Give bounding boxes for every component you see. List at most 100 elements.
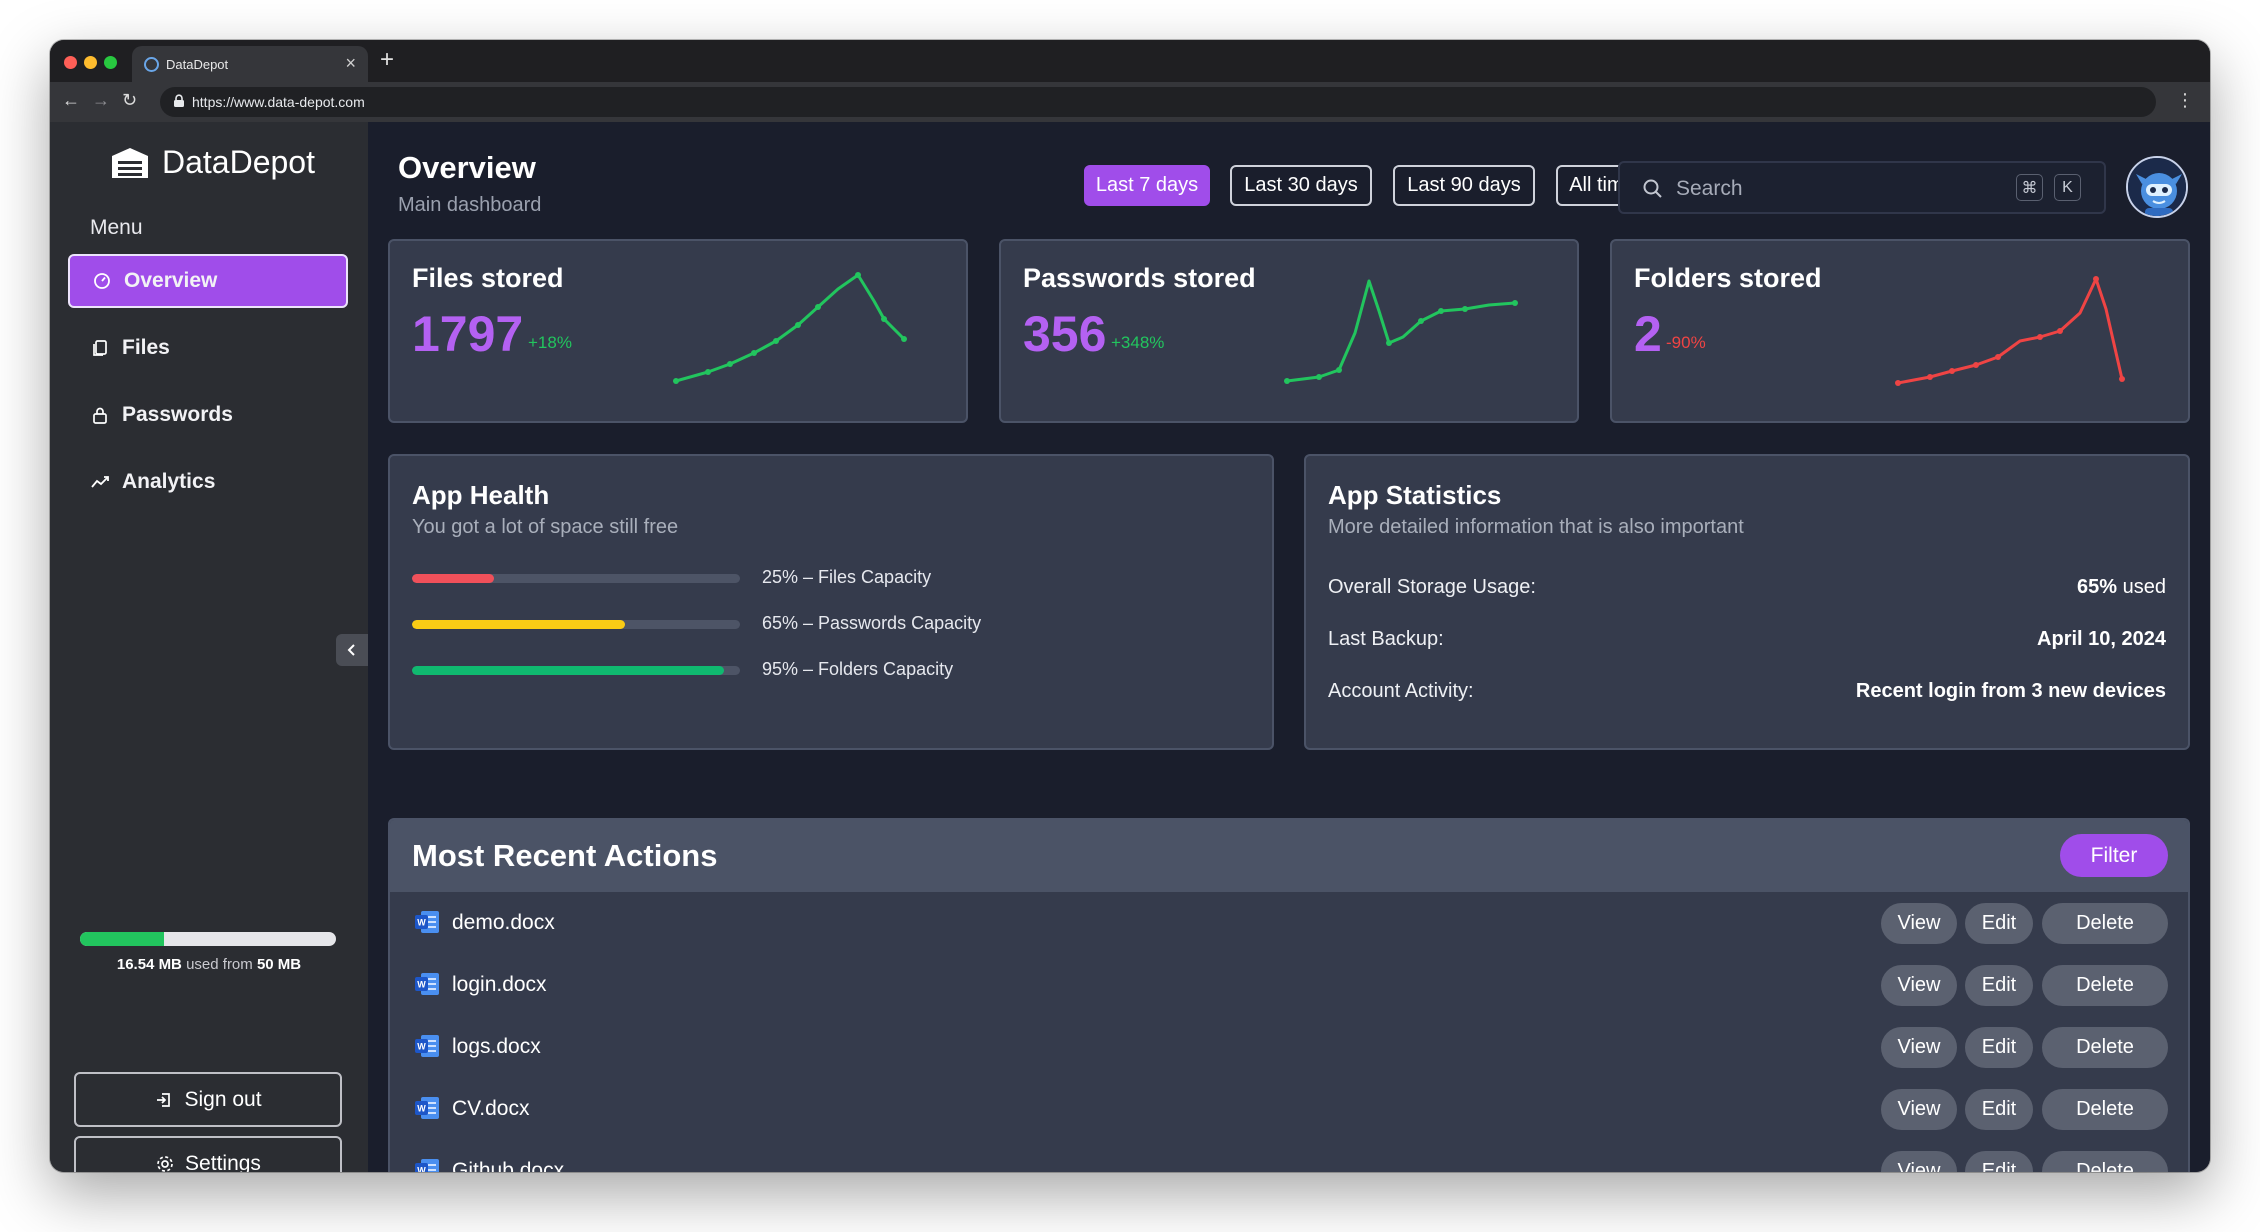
collapse-sidebar-button[interactable]: [336, 634, 368, 666]
kpi-delta: +348%: [1111, 333, 1165, 352]
browser-menu-icon[interactable]: ⋮: [2176, 90, 2194, 111]
app-name: DataDepot: [162, 144, 315, 180]
maximize-window-button[interactable]: [104, 56, 117, 69]
browser-window: DataDepot × + ← → ↻ https://www.data-dep…: [50, 40, 2210, 1172]
command-key-icon: ⌘: [2016, 174, 2043, 201]
settings-button[interactable]: Settings: [74, 1136, 342, 1172]
word-document-icon: W: [415, 1159, 439, 1173]
kpi-delta: +18%: [528, 333, 572, 352]
sign-out-icon: [157, 1092, 171, 1107]
sign-out-button[interactable]: Sign out: [74, 1072, 342, 1127]
delete-button[interactable]: Delete: [2042, 1151, 2168, 1172]
view-button[interactable]: View: [1881, 903, 1957, 944]
page-subtitle: Main dashboard: [398, 194, 542, 216]
lock-icon: [174, 94, 184, 107]
k-key-icon: K: [2054, 174, 2081, 201]
account-activity-value: Recent login from 3 new devices: [1855, 680, 2166, 702]
app-statistics-title: App Statistics: [1328, 480, 1502, 510]
search-icon: [1643, 179, 1662, 198]
robot-avatar-icon: [2128, 158, 2186, 216]
recent-actions-panel: Most Recent Actions Filter W demo.docx V…: [388, 818, 2190, 1172]
folders-capacity-bar: [412, 666, 740, 675]
back-icon[interactable]: ←: [62, 90, 80, 111]
edit-button[interactable]: Edit: [1965, 1089, 2033, 1130]
sidebar-item-passwords[interactable]: Passwords: [68, 388, 348, 442]
address-bar[interactable]: https://www.data-depot.com: [160, 87, 2156, 117]
avatar[interactable]: [2126, 156, 2188, 218]
delete-button[interactable]: Delete: [2042, 903, 2168, 944]
word-document-icon: W: [415, 973, 439, 995]
svg-text:W: W: [417, 918, 426, 928]
reload-icon[interactable]: ↻: [122, 90, 137, 111]
view-button[interactable]: View: [1881, 1151, 1957, 1172]
folders-capacity-fill: [412, 666, 724, 675]
app-logo[interactable]: DataDepot: [108, 144, 315, 181]
svg-text:W: W: [417, 1166, 426, 1173]
sidebar-item-overview[interactable]: Overview: [68, 254, 348, 308]
delete-button[interactable]: Delete: [2042, 965, 2168, 1006]
browser-tab[interactable]: DataDepot ×: [132, 46, 368, 82]
range-last-30-days[interactable]: Last 30 days: [1230, 165, 1372, 206]
app-health-title: App Health: [412, 480, 550, 510]
range-last-7-days[interactable]: Last 7 days: [1084, 165, 1210, 206]
delete-button[interactable]: Delete: [2042, 1027, 2168, 1068]
files-capacity-label: 25% – Files Capacity: [762, 567, 932, 587]
sign-out-label: Sign out: [184, 1087, 262, 1111]
dashboard-icon: [94, 273, 110, 289]
files-trend-sparkline: [673, 272, 907, 384]
settings-label: Settings: [185, 1151, 261, 1173]
file-name[interactable]: logs.docx: [452, 1035, 541, 1059]
word-document-icon: W: [415, 1035, 439, 1057]
file-name[interactable]: demo.docx: [452, 911, 555, 935]
kpi-delta: -90%: [1666, 333, 1706, 352]
app-root: DataDepot Menu Overview Files Passwords …: [50, 122, 2210, 1172]
storage-usage-bar: [80, 932, 336, 946]
view-button[interactable]: View: [1881, 1089, 1957, 1130]
sidebar-item-files[interactable]: Files: [68, 321, 348, 375]
range-last-90-days[interactable]: Last 90 days: [1393, 165, 1535, 206]
chevron-left-icon: [347, 644, 355, 656]
edit-button[interactable]: Edit: [1965, 1151, 2033, 1172]
url-text: https://www.data-depot.com: [192, 94, 365, 110]
last-backup-label: Last Backup:: [1328, 628, 1444, 650]
files-capacity-fill: [412, 574, 494, 583]
storage-usage-value: 65% used: [2077, 576, 2166, 599]
delete-button[interactable]: Delete: [2042, 1089, 2168, 1130]
new-tab-icon[interactable]: +: [380, 46, 394, 74]
table-row: W Github.docx View Edit Delete: [390, 1140, 2188, 1172]
view-button[interactable]: View: [1881, 1027, 1957, 1068]
table-row: W login.docx View Edit Delete: [390, 954, 2188, 1016]
view-button[interactable]: View: [1881, 965, 1957, 1006]
browser-tabbar: DataDepot × +: [50, 40, 2210, 82]
datadepot-logo-icon: [112, 147, 148, 178]
search-input[interactable]: Search ⌘ K: [1618, 161, 2106, 214]
close-window-button[interactable]: [64, 56, 77, 69]
filter-button[interactable]: Filter: [2060, 834, 2168, 877]
folders-capacity-label: 95% – Folders Capacity: [762, 659, 954, 679]
lock-icon: [93, 407, 107, 424]
recent-actions-header: Most Recent Actions Filter: [390, 820, 2188, 892]
kpi-card-folders: Folders stored 2 -90%: [1610, 239, 2190, 423]
file-name[interactable]: CV.docx: [452, 1097, 529, 1121]
sidebar-item-analytics[interactable]: Analytics: [68, 455, 348, 509]
file-name[interactable]: Github.docx: [452, 1159, 564, 1172]
word-document-icon: W: [415, 1097, 439, 1119]
sidebar-item-label: Passwords: [122, 403, 233, 426]
storage-usage-fill: [80, 932, 165, 946]
forward-icon[interactable]: →: [92, 90, 110, 111]
kpi-value: 356: [1023, 306, 1107, 362]
app-health-subtitle: You got a lot of space still free: [412, 516, 679, 538]
folders-trend-sparkline: [1895, 276, 2125, 386]
svg-text:W: W: [417, 1104, 426, 1114]
file-name[interactable]: login.docx: [452, 973, 547, 997]
storage-used-caption: used from: [186, 956, 253, 973]
edit-button[interactable]: Edit: [1965, 903, 2033, 944]
tab-close-icon[interactable]: ×: [345, 53, 356, 74]
sidebar-item-label: Analytics: [122, 470, 216, 493]
account-activity-label: Account Activity:: [1328, 680, 1474, 702]
kpi-title: Passwords stored: [1023, 263, 1256, 293]
minimize-window-button[interactable]: [84, 56, 97, 69]
edit-button[interactable]: Edit: [1965, 965, 2033, 1006]
edit-button[interactable]: Edit: [1965, 1027, 2033, 1068]
sidebar: DataDepot Menu Overview Files Passwords …: [50, 122, 368, 1172]
